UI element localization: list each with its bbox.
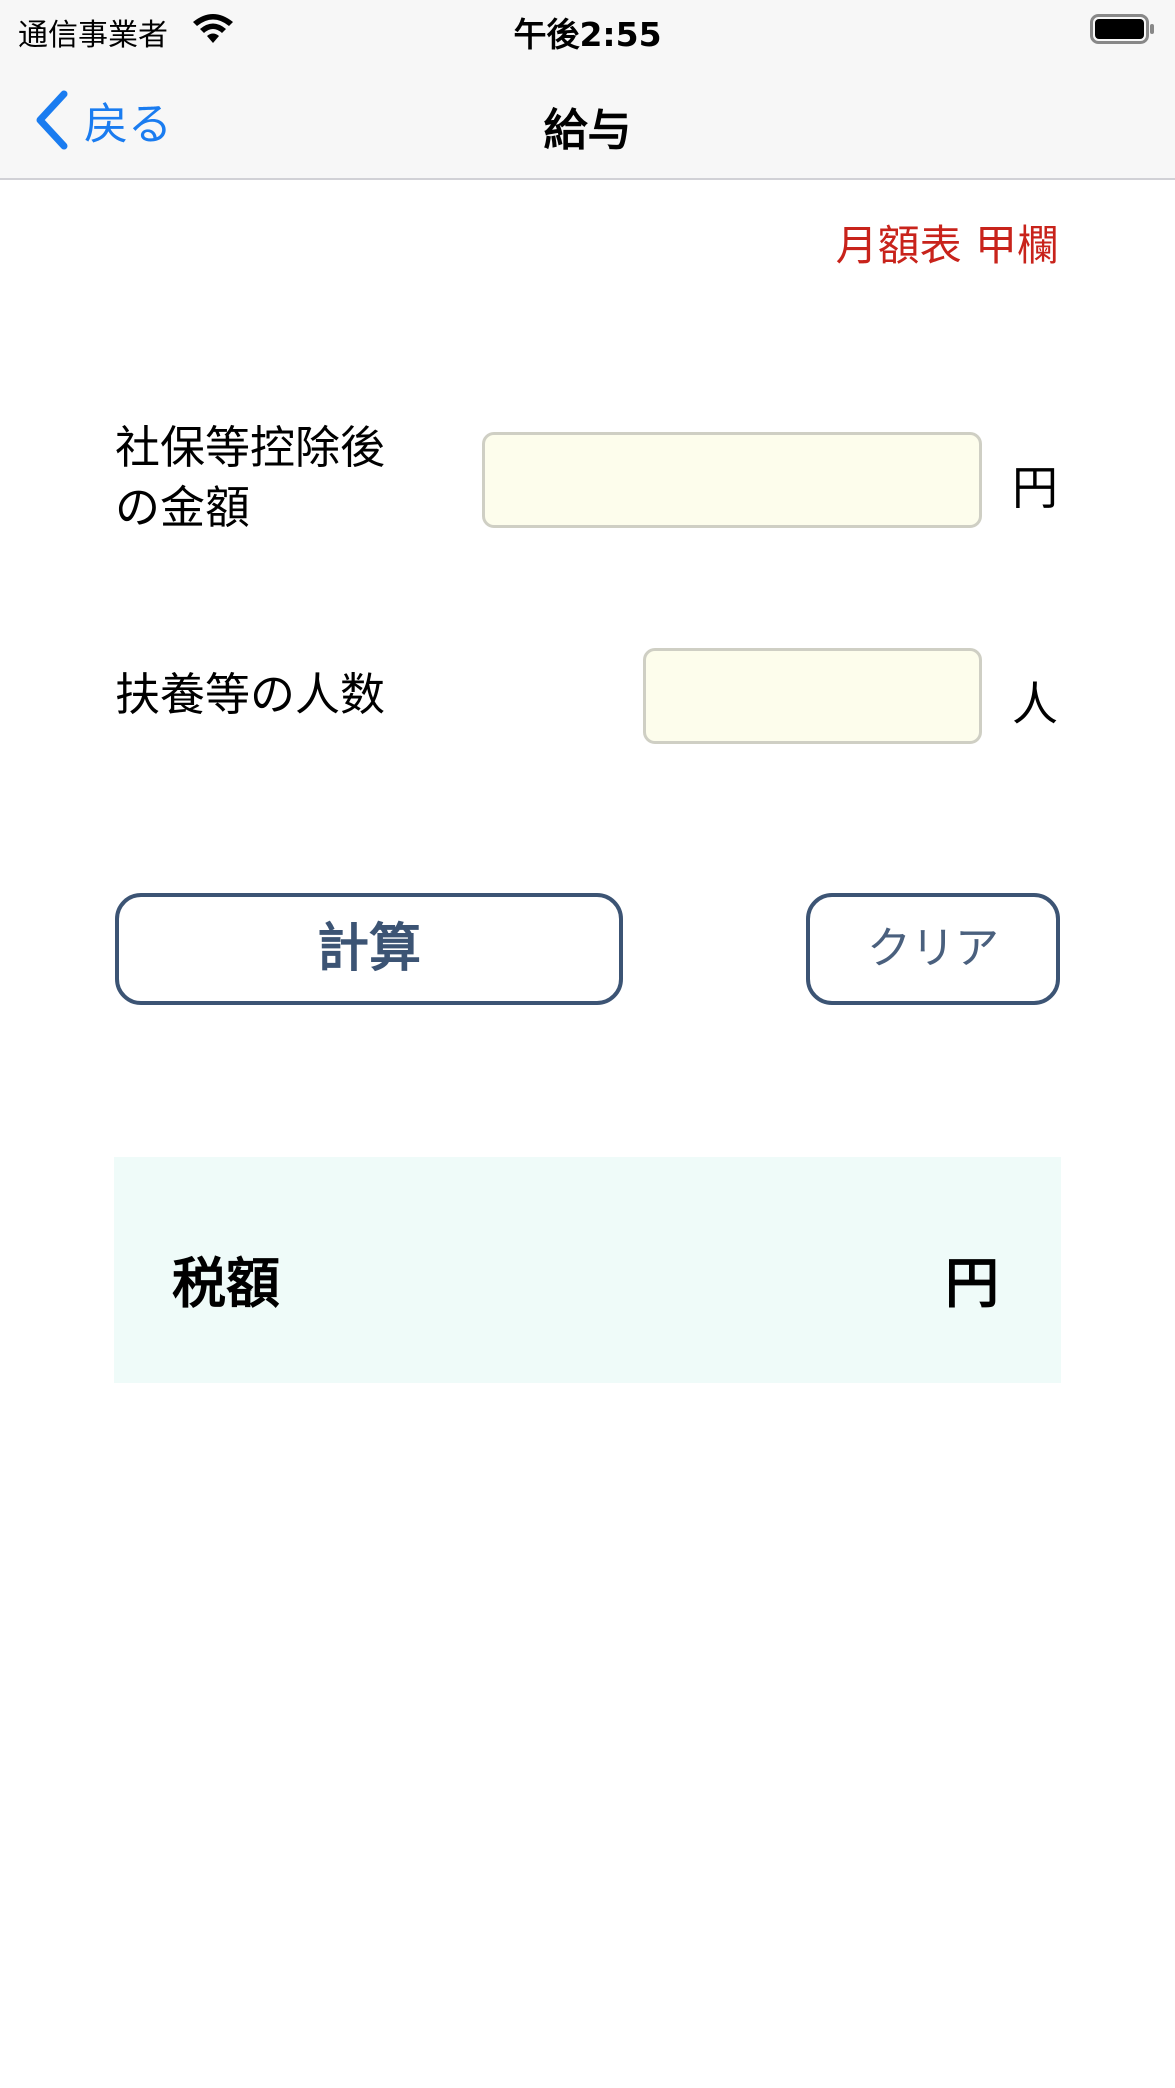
page-title: 給与 [543,105,632,156]
amount-label: 社保等控除後 の金額 [115,421,386,534]
navigation-bar: 戻る 給与 [0,60,1175,180]
status-bar: 通信事業者 午後2:55 [0,0,1175,60]
battery-icon [1090,14,1154,44]
tax-amount-unit: 円 [945,1252,999,1315]
dependents-unit: 人 [1012,677,1058,731]
tax-table-label: 月額表 甲欄 [835,221,1059,270]
status-time: 午後2:55 [513,15,662,54]
dependents-input[interactable] [643,648,982,744]
calculate-button[interactable]: 計算 [115,893,623,1005]
amount-unit: 円 [1012,461,1058,515]
result-panel: 税額 円 [114,1157,1061,1383]
amount-input[interactable] [482,432,982,528]
dependents-label: 扶養等の人数 [115,668,386,721]
tax-amount-label: 税額 [172,1252,280,1315]
clear-button[interactable]: クリア [806,893,1060,1005]
